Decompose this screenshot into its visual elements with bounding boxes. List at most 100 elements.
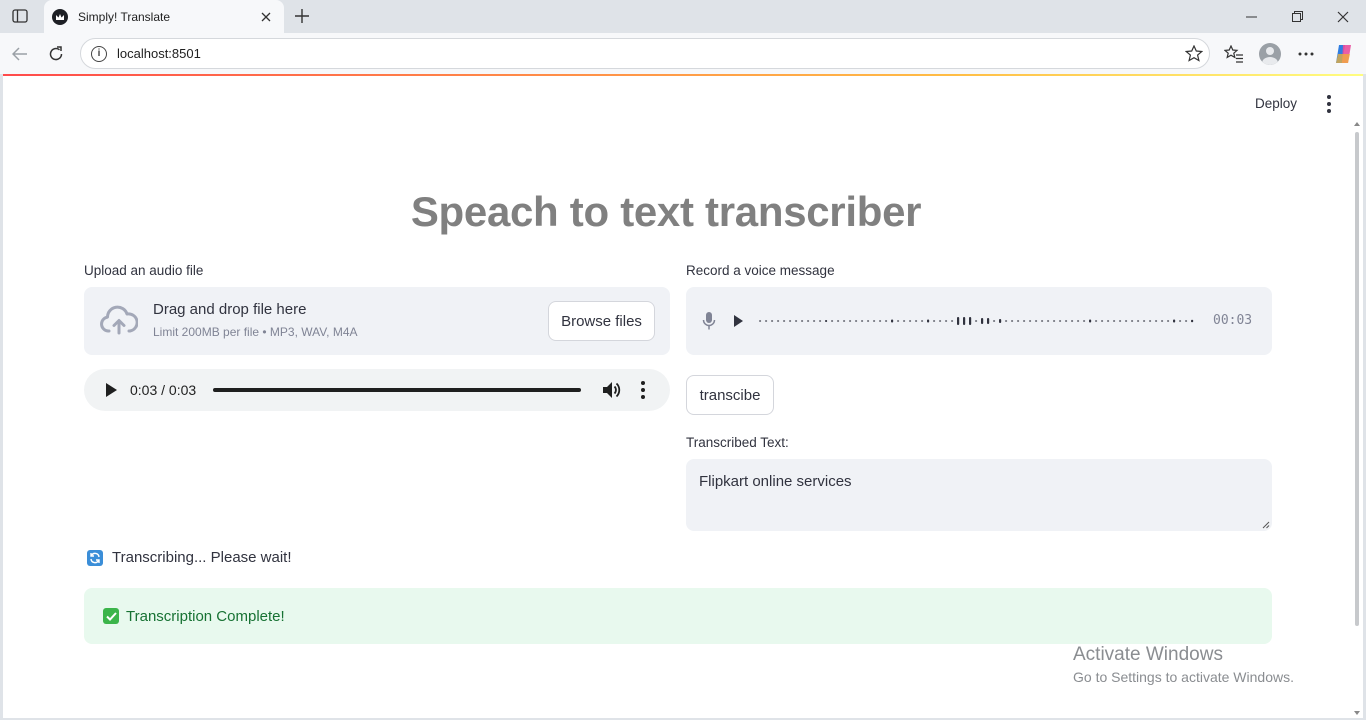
play-icon[interactable] <box>103 381 119 399</box>
windows-activation-watermark: Activate Windows Go to Settings to activ… <box>1073 644 1294 685</box>
waveform-bar <box>909 320 912 322</box>
browser-toolbar: i localhost:8501 <box>0 33 1366 74</box>
audio-recorder: 00:03 <box>686 287 1272 355</box>
waveform-bar <box>1125 320 1128 322</box>
waveform-bar <box>783 320 786 322</box>
waveform <box>759 317 1194 325</box>
waveform-bar <box>1119 320 1122 322</box>
waveform-bar <box>759 320 762 322</box>
scroll-down-arrow[interactable] <box>1354 711 1360 715</box>
player-time: 0:03 / 0:03 <box>130 382 197 398</box>
volume-icon[interactable] <box>601 380 621 400</box>
waveform-bar <box>837 320 840 322</box>
file-dropzone[interactable]: Drag and drop file here Limit 200MB per … <box>84 287 670 355</box>
scroll-up-arrow[interactable] <box>1354 122 1360 126</box>
address-bar[interactable]: i localhost:8501 <box>80 38 1210 69</box>
waveform-bar <box>1053 320 1056 322</box>
transcribe-button[interactable]: transcibe <box>686 375 774 415</box>
waveform-bar <box>993 320 996 322</box>
favorites-icon[interactable] <box>1220 41 1248 67</box>
waveform-bar <box>879 320 882 322</box>
close-tab-icon[interactable] <box>258 9 274 25</box>
waveform-bar <box>1179 320 1182 322</box>
deploy-button[interactable]: Deploy <box>1255 93 1297 113</box>
microphone-icon[interactable] <box>702 311 716 331</box>
waveform-bar <box>1047 320 1050 322</box>
tab-title: Simply! Translate <box>78 9 171 24</box>
waveform-bar <box>789 320 792 322</box>
back-icon[interactable] <box>7 41 33 67</box>
waveform-bar <box>969 317 972 325</box>
transcribed-text: Flipkart online services <box>699 473 852 490</box>
transcribed-label: Transcribed Text: <box>686 435 789 450</box>
restore-icon[interactable] <box>1274 0 1320 33</box>
url-text: localhost:8501 <box>117 46 201 61</box>
star-icon[interactable] <box>1179 45 1209 62</box>
waveform-bar <box>927 319 930 323</box>
seek-bar[interactable] <box>213 388 581 392</box>
audio-player: 0:03 / 0:03 <box>84 369 670 411</box>
refresh-arrows-icon <box>87 549 103 566</box>
waveform-bar <box>1191 319 1194 323</box>
settings-more-icon[interactable] <box>1292 41 1320 67</box>
profile-avatar[interactable] <box>1256 41 1284 67</box>
waveform-bar <box>1155 320 1158 322</box>
waveform-bar <box>1113 320 1116 322</box>
copilot-icon[interactable] <box>1330 41 1358 67</box>
waveform-bar <box>795 320 798 322</box>
waveform-bar <box>951 320 954 322</box>
waveform-bar <box>1017 320 1020 322</box>
browser-tab-bar: Simply! Translate <box>0 0 1366 33</box>
player-more-icon[interactable] <box>637 380 649 400</box>
waveform-bar <box>1131 320 1134 322</box>
upload-label: Upload an audio file <box>84 263 204 278</box>
waveform-bar <box>849 320 852 322</box>
waveform-bar <box>1077 320 1080 322</box>
check-mark-icon <box>103 608 119 624</box>
site-info-icon[interactable]: i <box>91 45 107 62</box>
status-text: Transcribing... Please wait! <box>112 549 292 566</box>
recorder-play-icon[interactable] <box>732 314 744 328</box>
transcribed-text-area[interactable]: Flipkart online services <box>686 459 1272 531</box>
close-window-icon[interactable] <box>1320 0 1366 33</box>
vertical-scrollbar[interactable] <box>1355 132 1359 626</box>
waveform-bar <box>1041 320 1044 322</box>
waveform-bar <box>981 318 984 324</box>
watermark-subtitle: Go to Settings to activate Windows. <box>1073 669 1294 685</box>
tab-actions-icon[interactable] <box>8 5 32 27</box>
waveform-bar <box>1023 320 1026 322</box>
waveform-bar <box>1089 319 1092 323</box>
main-menu-icon[interactable] <box>1319 93 1339 115</box>
waveform-bar <box>867 320 870 322</box>
resize-handle-icon[interactable] <box>1262 521 1270 529</box>
waveform-bar <box>1137 320 1140 322</box>
waveform-bar <box>819 320 822 322</box>
waveform-bar <box>855 320 858 322</box>
waveform-bar <box>1101 320 1104 322</box>
waveform-bar <box>771 320 774 322</box>
browser-tab[interactable]: Simply! Translate <box>44 0 284 33</box>
waveform-bar <box>1005 320 1008 322</box>
waveform-bar <box>1071 320 1074 322</box>
drag-drop-text: Drag and drop file here <box>153 301 307 318</box>
waveform-bar <box>915 320 918 322</box>
refresh-icon[interactable] <box>43 41 69 67</box>
success-text: Transcription Complete! <box>126 607 285 625</box>
success-alert: Transcription Complete! <box>84 588 1272 644</box>
waveform-bar <box>939 320 942 322</box>
waveform-bar <box>885 320 888 322</box>
waveform-bar <box>975 320 978 322</box>
upload-limit-text: Limit 200MB per file • MP3, WAV, M4A <box>153 325 358 339</box>
header-decoration <box>3 74 1363 76</box>
waveform-bar <box>999 319 1002 323</box>
waveform-bar <box>1149 320 1152 322</box>
new-tab-icon[interactable] <box>290 5 314 27</box>
waveform-bar <box>933 320 936 322</box>
waveform-bar <box>891 319 894 323</box>
minimize-icon[interactable] <box>1228 0 1274 33</box>
waveform-bar <box>1107 320 1110 322</box>
watermark-title: Activate Windows <box>1073 644 1223 665</box>
waveform-bar <box>1095 320 1098 322</box>
browse-files-button[interactable]: Browse files <box>548 301 655 341</box>
waveform-bar <box>1083 320 1086 322</box>
